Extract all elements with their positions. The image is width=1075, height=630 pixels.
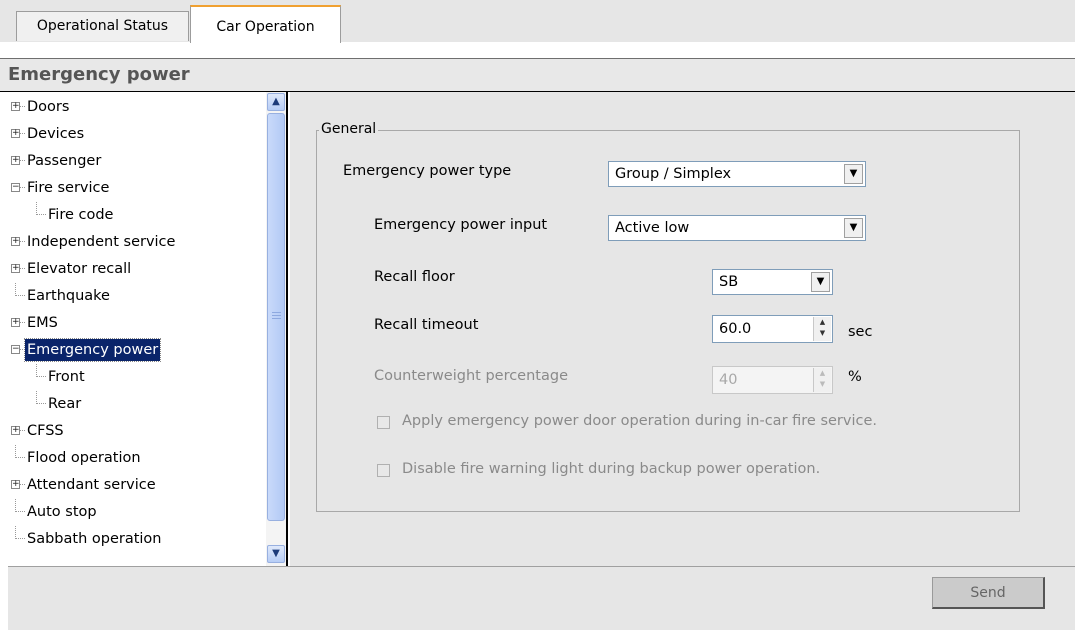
tree-item[interactable]: + Devices [8,121,264,147]
counterweight-percentage-stepper[interactable]: 40 ▲ ▼ [712,366,833,394]
tree-connector [36,376,46,378]
tree-item[interactable]: Auto stop [8,499,264,525]
tree-item[interactable]: Sabbath operation [8,526,264,552]
tree-item[interactable]: + CFSS [8,418,264,444]
grip-line [272,318,281,319]
collapse-minus-icon[interactable]: − [11,183,20,192]
tree-item[interactable]: + EMS [8,310,264,336]
tree-item[interactable]: Rear [8,391,264,417]
up-down-arrows-icon[interactable]: ▲ ▼ [813,317,831,341]
apply-door-operation-label: Apply emergency power door operation dur… [402,413,877,429]
footer-divider [8,566,1075,567]
scroll-thumb[interactable] [267,113,285,521]
tree-item-label: Passenger [27,153,102,169]
page-title: Emergency power [0,58,1075,92]
send-button[interactable]: Send [932,577,1045,609]
tree-item[interactable]: + Doors [8,94,264,120]
tree-connector [36,403,46,405]
navigation-tree: + Doors + Devices + Passenger − Fire service Fir… [8,92,288,566]
tree-item[interactable]: + Independent service [8,229,264,255]
tree-item-label: Fire service [27,180,110,196]
tree-item-label: Front [48,369,85,385]
tree-item-label: Earthquake [27,288,110,304]
tree-item-label: EMS [27,315,58,331]
tree-item-label: Doors [27,99,70,115]
tree-item[interactable]: Flood operation [8,445,264,471]
grip-line [272,312,281,313]
settings-panel: General Emergency power type Group / Sim… [290,92,1075,566]
tree-item[interactable]: + Attendant service [8,472,264,498]
tree-item[interactable]: − Emergency power [8,337,264,363]
tree-scrollbar[interactable]: ▲ ▼ [266,92,286,566]
tree-connector [36,214,46,216]
recall-timeout-unit: sec [848,324,873,340]
recall-floor-label: Recall floor [374,269,455,285]
tab-operational-status[interactable]: Operational Status [16,11,189,41]
tree-item-label: Auto stop [27,504,97,520]
general-group: General Emergency power type Group / Sim… [316,121,1020,512]
tree-item[interactable]: Front [8,364,264,390]
collapse-minus-icon[interactable]: − [11,345,20,354]
tree-item-label: Sabbath operation [27,531,162,547]
chevron-down-icon[interactable]: ▼ [844,218,863,238]
tree-item-label: Emergency power [23,338,162,362]
recall-timeout-stepper[interactable]: 60.0 ▲ ▼ [712,315,833,343]
expand-plus-icon[interactable]: + [11,480,20,489]
scroll-up-button[interactable]: ▲ [267,93,285,111]
tree-item-label: Flood operation [27,450,141,466]
expand-plus-icon[interactable]: + [11,102,20,111]
scroll-down-button[interactable]: ▼ [267,545,285,563]
tree-item[interactable]: + Passenger [8,148,264,174]
tree-item-label: Rear [48,396,82,412]
emergency-power-type-label: Emergency power type [343,163,512,179]
emergency-power-type-value: Group / Simplex [615,166,732,182]
recall-timeout-value: 60.0 [719,321,752,337]
tree-item[interactable]: − Fire service [8,175,264,201]
counterweight-percentage-label: Counterweight percentage [374,368,568,384]
tab-car-operation[interactable]: Car Operation [190,5,341,43]
expand-plus-icon[interactable]: + [11,156,20,165]
tree-connector [15,511,25,513]
expand-plus-icon[interactable]: + [11,237,20,246]
tree-item-label: Fire code [48,207,114,223]
tree-item[interactable]: Fire code [8,202,264,228]
grip-line [272,315,281,316]
counterweight-percentage-value: 40 [719,372,738,388]
tree-item[interactable]: Earthquake [8,283,264,309]
recall-floor-value: SB [719,274,739,290]
tree-connector [15,295,25,297]
tree-item-label: CFSS [27,423,64,439]
expand-plus-icon[interactable]: + [11,129,20,138]
chevron-down-icon[interactable]: ▼ [811,272,830,292]
disable-fire-warning-checkbox[interactable] [377,464,390,477]
emergency-power-type-select[interactable]: Group / Simplex ▼ [608,161,866,187]
tree-item-label: Elevator recall [27,261,132,277]
expand-plus-icon[interactable]: + [11,264,20,273]
up-down-arrows-icon: ▲ ▼ [813,368,831,392]
tree-item-label: Devices [27,126,85,142]
footer-bar: Send [8,566,1075,630]
tree-item-label: Independent service [27,234,176,250]
expand-plus-icon[interactable]: + [11,426,20,435]
tree-connector [15,457,25,459]
tree-item[interactable]: + Elevator recall [8,256,264,282]
emergency-power-input-label: Emergency power input [374,217,548,233]
general-legend: General [319,121,379,137]
counterweight-unit: % [848,369,862,385]
disable-fire-warning-label: Disable fire warning light during backup… [402,461,821,477]
recall-floor-select[interactable]: SB ▼ [712,269,833,295]
chevron-down-icon[interactable]: ▼ [844,164,863,184]
tab-strip: Operational Status Car Operation [0,0,1075,43]
emergency-power-input-select[interactable]: Active low ▼ [608,215,866,241]
apply-door-operation-checkbox[interactable] [377,416,390,429]
tree-item-label: Attendant service [27,477,156,493]
expand-plus-icon[interactable]: + [11,318,20,327]
tree-connector [15,538,25,540]
emergency-power-input-value: Active low [615,220,690,236]
recall-timeout-label: Recall timeout [374,317,479,333]
